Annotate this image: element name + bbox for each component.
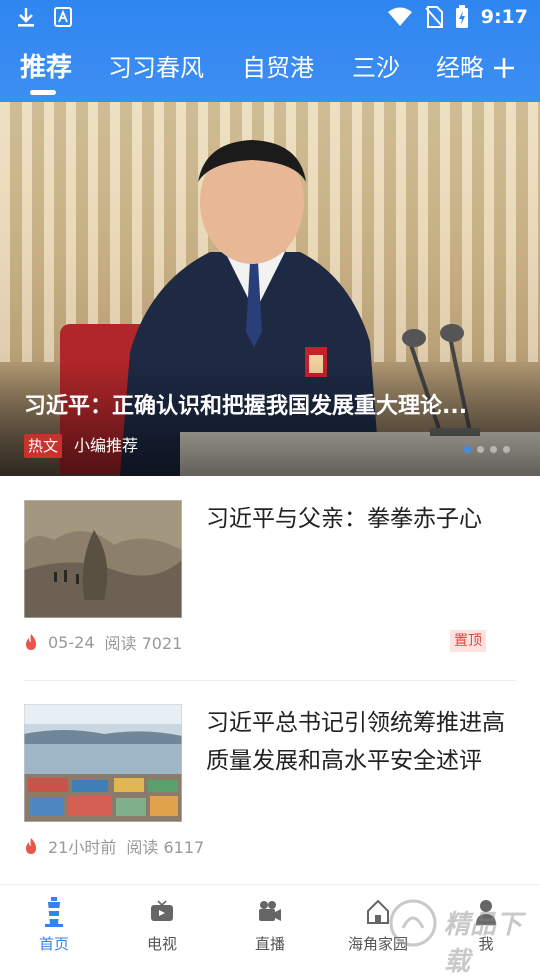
tv-icon	[151, 900, 173, 921]
tab-recommend[interactable]: 推荐	[20, 50, 72, 86]
nav-home[interactable]: 首页	[0, 885, 108, 961]
nav-tv[interactable]: 电视	[108, 885, 216, 961]
no-sim-icon	[424, 6, 443, 28]
tab-free-trade-port[interactable]: 自贸港	[242, 50, 314, 86]
status-bar: 9:17	[0, 0, 540, 36]
carousel-dots	[464, 446, 510, 453]
carousel-dot[interactable]	[490, 446, 497, 453]
pinned-badge: 置顶	[450, 630, 486, 652]
article-thumbnail	[24, 500, 182, 618]
article-thumbnail	[24, 704, 182, 822]
flame-icon	[26, 634, 36, 650]
carousel-dot[interactable]	[477, 446, 484, 453]
article-card[interactable]: 习近平总书记引领统筹推进高质量发展和高水平安全述评 21小时前 阅读 6117	[24, 704, 516, 864]
active-tab-indicator	[30, 90, 56, 95]
article-read-count: 阅读 7021	[104, 634, 183, 653]
watermark-logo-icon	[389, 899, 437, 947]
site-watermark: 精品下载	[384, 894, 534, 977]
tab-jinglue[interactable]: 经略	[436, 50, 484, 86]
download-icon	[18, 8, 34, 27]
wifi-icon	[387, 7, 412, 26]
top-header: 9:17 推荐 习习春风 自贸港 三沙 经略	[0, 0, 540, 102]
lighthouse-icon	[45, 897, 63, 927]
nav-label: 首页	[38, 935, 69, 953]
nav-label: 电视	[146, 935, 177, 953]
video-camera-icon	[259, 901, 281, 921]
hero-subtitle: 小编推荐	[74, 436, 139, 455]
hot-badge: 热文	[24, 434, 63, 458]
article-meta: 21小时前 阅读 6117	[24, 834, 204, 858]
nav-live[interactable]: 直播	[216, 885, 324, 961]
divider	[24, 680, 516, 681]
article-card[interactable]: 习近平与父亲：拳拳赤子心 05-24 阅读 7021 置顶	[24, 500, 516, 660]
article-date: 05-24	[48, 632, 95, 652]
status-time: 9:17	[480, 6, 528, 28]
carousel-dot[interactable]	[464, 446, 471, 453]
battery-charging-icon	[455, 5, 468, 28]
app-a-icon	[54, 7, 72, 27]
tab-xixi-chunfeng[interactable]: 习习春风	[108, 50, 204, 86]
flame-icon	[26, 838, 36, 854]
article-title[interactable]: 习近平与父亲：拳拳赤子心	[206, 500, 518, 538]
nav-label: 直播	[254, 935, 285, 953]
tab-sansha[interactable]: 三沙	[352, 50, 400, 86]
article-meta: 05-24 阅读 7021	[24, 630, 182, 654]
hero-banner[interactable]: 习近平：正确认识和把握我国发展重大理论... 热文 小编推荐	[0, 102, 540, 476]
article-date: 21小时前	[48, 838, 117, 857]
carousel-dot[interactable]	[503, 446, 510, 453]
hero-title[interactable]: 习近平：正确认识和把握我国发展重大理论...	[24, 388, 504, 420]
article-title[interactable]: 习近平总书记引领统筹推进高质量发展和高水平安全述评	[206, 704, 518, 780]
watermark-text: 精品下载	[444, 910, 523, 977]
add-channel-icon[interactable]	[492, 56, 516, 80]
channel-tabs: 推荐 习习春风 自贸港 三沙 经略	[0, 50, 540, 90]
article-read-count: 阅读 6117	[126, 838, 205, 857]
